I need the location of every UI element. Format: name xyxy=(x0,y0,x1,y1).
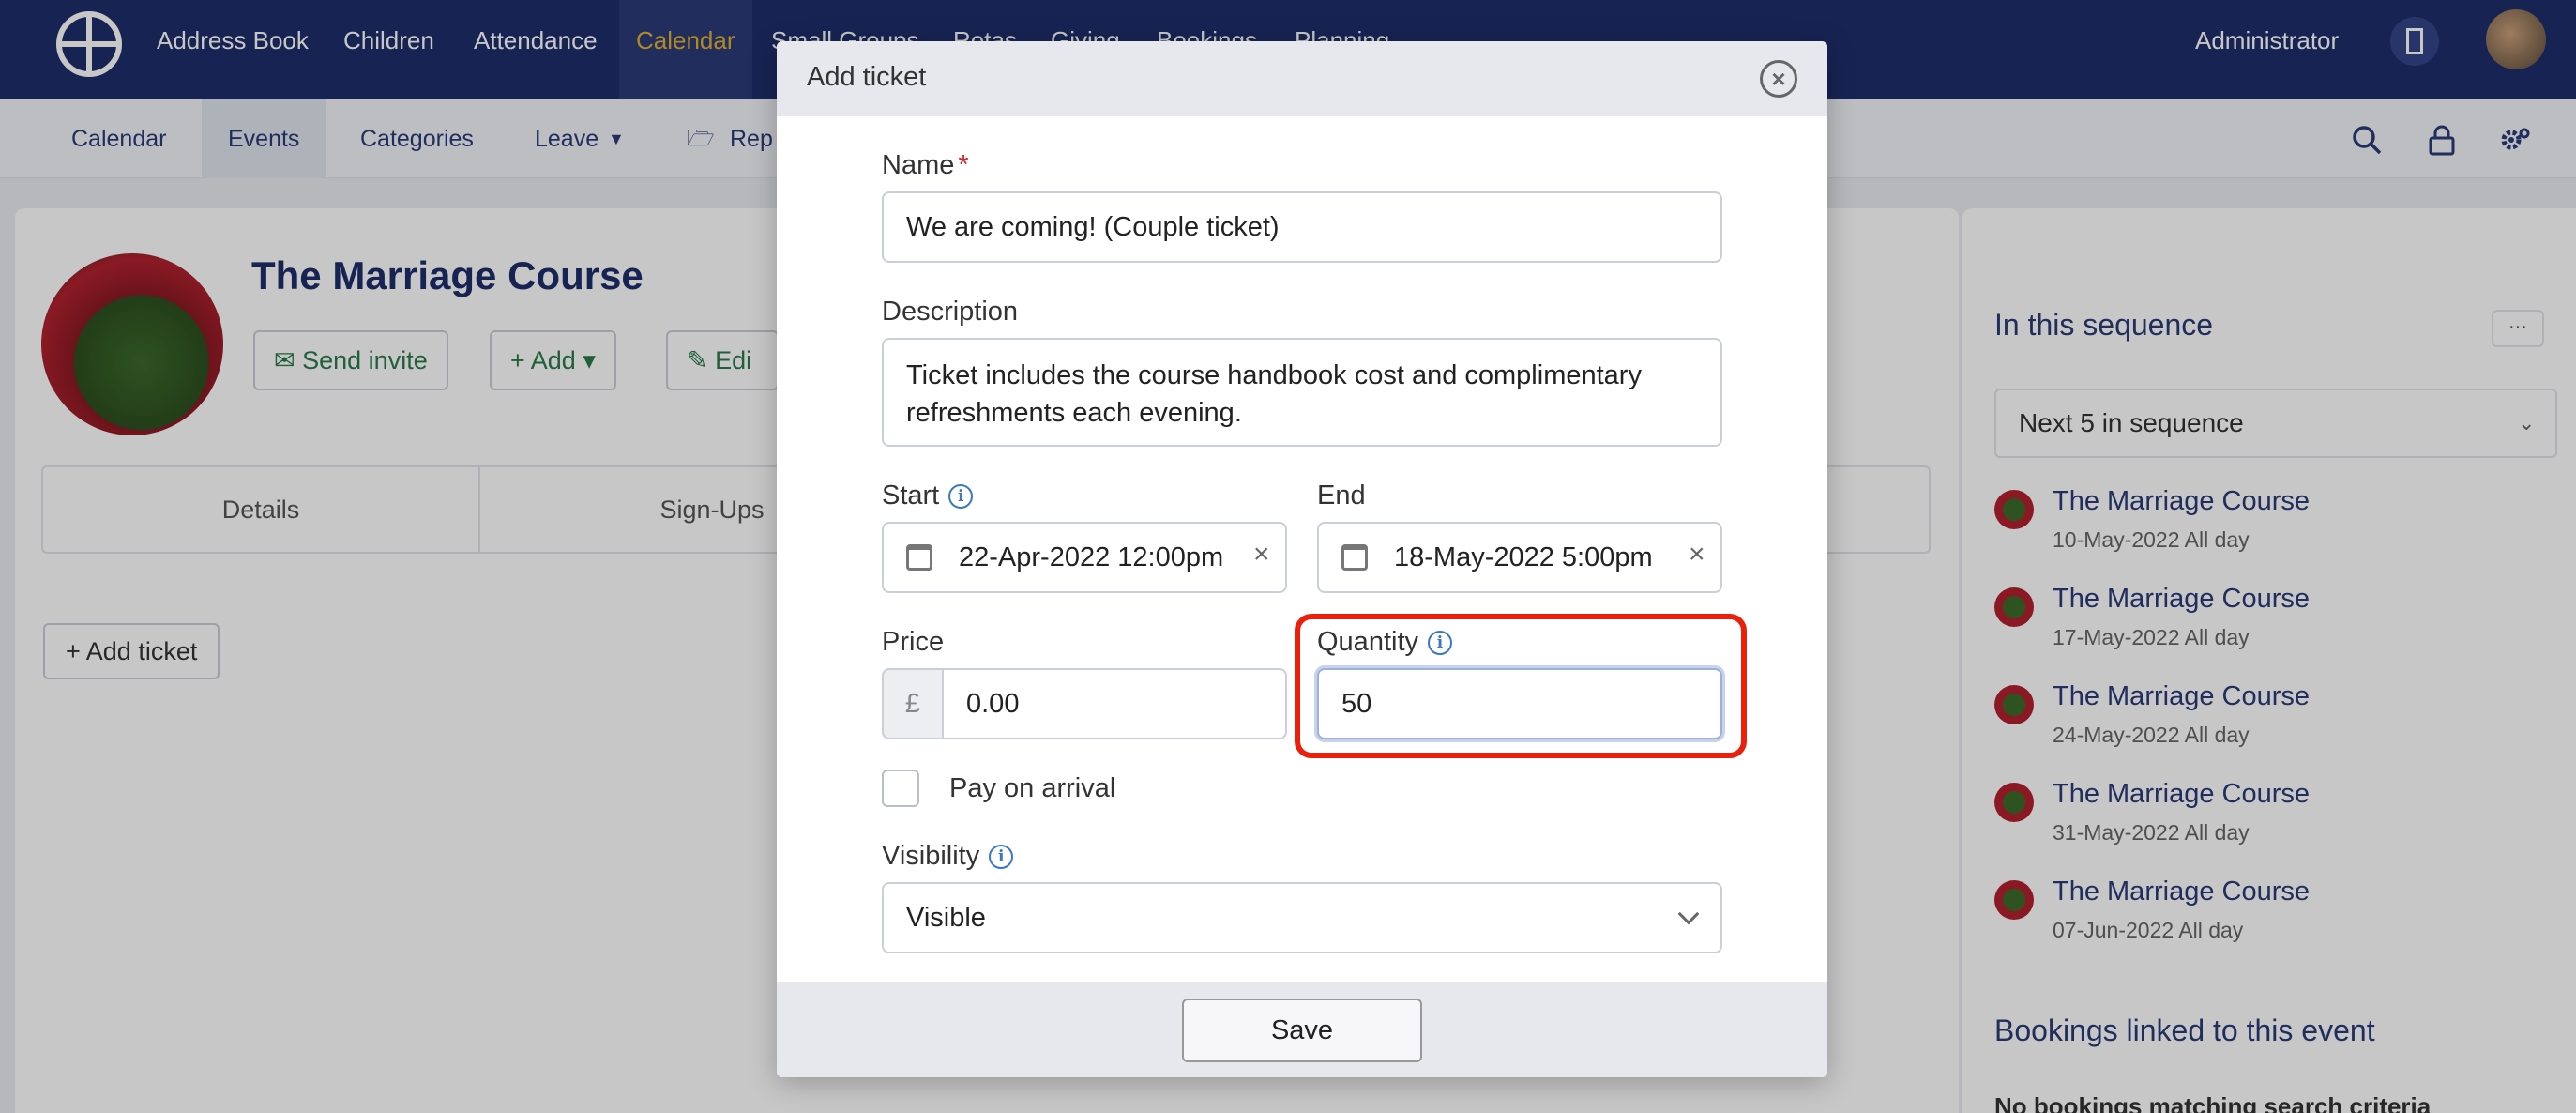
description-label: Description xyxy=(882,297,1019,327)
modal-title: Add ticket xyxy=(807,62,927,92)
name-field[interactable] xyxy=(882,191,1722,263)
calendar-icon xyxy=(906,544,932,571)
calendar-icon xyxy=(1341,544,1368,571)
add-ticket-modal: Add ticket × Name* Description Ticket in… xyxy=(777,41,1827,1077)
name-label-text: Name xyxy=(882,150,955,180)
pay-on-arrival-label[interactable]: Pay on arrival xyxy=(949,773,1115,804)
visibility-select[interactable]: Visible xyxy=(882,882,1722,953)
modal-footer: Save xyxy=(777,982,1827,1077)
chevron-down-icon xyxy=(1677,903,1700,925)
quantity-highlight-box xyxy=(1295,614,1747,758)
price-field[interactable] xyxy=(942,668,1287,739)
pay-on-arrival-checkbox[interactable] xyxy=(882,770,919,807)
clear-end-icon[interactable]: × xyxy=(1689,539,1705,571)
currency-addon: £ xyxy=(882,668,944,739)
start-label-text: Start xyxy=(882,480,940,511)
visibility-value: Visible xyxy=(906,903,986,933)
end-date-field[interactable]: 18-May-2022 5:00pm × xyxy=(1317,522,1722,593)
start-date-value: 22-Apr-2022 12:00pm xyxy=(959,542,1224,572)
start-date-field[interactable]: 22-Apr-2022 12:00pm × xyxy=(882,522,1287,593)
description-field[interactable]: Ticket includes the course handbook cost… xyxy=(882,338,1722,447)
required-indicator: * xyxy=(958,150,969,180)
modal-header: Add ticket × xyxy=(777,41,1827,116)
close-icon[interactable]: × xyxy=(1760,60,1797,98)
save-button[interactable]: Save xyxy=(1182,999,1422,1062)
info-icon[interactable]: i xyxy=(989,845,1014,869)
visibility-label: Visibility i xyxy=(882,841,1014,872)
clear-start-icon[interactable]: × xyxy=(1253,539,1270,571)
end-date-value: 18-May-2022 5:00pm xyxy=(1394,542,1653,572)
name-label: Name * xyxy=(882,150,969,181)
start-label: Start i xyxy=(882,480,974,511)
visibility-label-text: Visibility xyxy=(882,841,980,871)
end-label: End xyxy=(1317,480,1366,511)
info-icon[interactable]: i xyxy=(948,484,974,509)
price-label: Price xyxy=(882,627,945,657)
